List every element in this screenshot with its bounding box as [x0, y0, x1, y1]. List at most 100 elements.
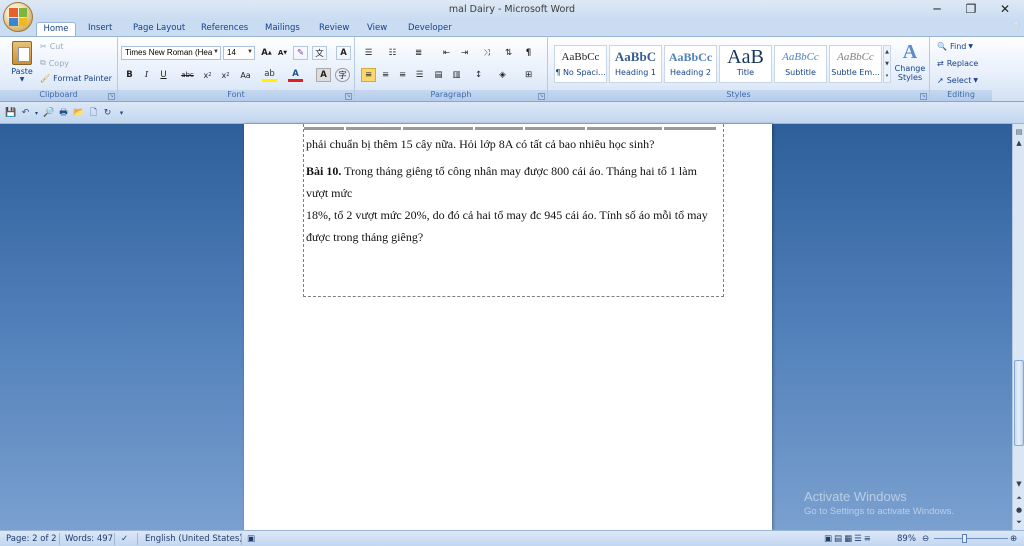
- tab-view[interactable]: View: [367, 22, 387, 36]
- ruler-toggle-icon[interactable]: ▤: [1014, 127, 1024, 137]
- zoom-slider-thumb[interactable]: [962, 534, 967, 543]
- paste-button[interactable]: Paste ▼: [8, 41, 36, 85]
- zoom-in-icon[interactable]: ⊕: [1010, 534, 1017, 544]
- redo-icon[interactable]: ↻: [102, 108, 113, 119]
- multilevel-list-icon[interactable]: ≣: [411, 46, 426, 60]
- style-no-spacing[interactable]: AaBbCc ¶ No Spaci...: [554, 45, 607, 83]
- style-heading-1[interactable]: AaBbC Heading 1: [609, 45, 662, 83]
- chevron-down-icon[interactable]: ▾: [31, 108, 42, 119]
- find-button[interactable]: 🔍 Find ▼: [937, 42, 973, 51]
- character-shading-icon[interactable]: A: [316, 68, 331, 82]
- zoom-slider-track[interactable]: [934, 538, 1008, 539]
- vertical-scrollbar[interactable]: ▤ ▲ ▼ ⏶ ● ⏷: [1012, 124, 1024, 530]
- proofing-icon[interactable]: ✓: [121, 534, 128, 544]
- enclose-characters-icon[interactable]: 字: [335, 68, 350, 82]
- justify-icon[interactable]: ☰: [412, 68, 427, 82]
- text-direction-icon[interactable]: ⤨: [479, 46, 494, 60]
- style-subtle-emphasis[interactable]: AaBbCc Subtle Em...: [829, 45, 882, 83]
- clipboard-dialog-launcher-icon[interactable]: ↘: [108, 93, 115, 100]
- tab-page-layout[interactable]: Page Layout: [133, 22, 185, 36]
- scrollbar-thumb[interactable]: [1014, 360, 1024, 446]
- print-preview-icon[interactable]: 🔎: [43, 108, 54, 119]
- tab-review[interactable]: Review: [319, 22, 349, 36]
- superscript-button[interactable]: x2: [218, 68, 233, 82]
- decrease-indent-icon[interactable]: ⇤: [439, 46, 454, 60]
- show-formatting-icon[interactable]: ¶: [521, 46, 536, 60]
- print-icon[interactable]: 🖶: [58, 108, 69, 119]
- subscript-button[interactable]: x2: [200, 68, 215, 82]
- save-icon[interactable]: 💾: [5, 108, 16, 119]
- close-button[interactable]: ✕: [988, 0, 1022, 18]
- phonetic-guide-icon[interactable]: 文: [312, 46, 327, 60]
- view-buttons[interactable]: ▣▤▦☰≡: [824, 534, 873, 544]
- tab-home[interactable]: Home: [36, 22, 76, 37]
- italic-button[interactable]: I: [139, 68, 154, 82]
- character-border-icon[interactable]: A: [336, 46, 351, 60]
- new-document-icon[interactable]: 🗋: [88, 108, 99, 119]
- ribbon-help-icon[interactable]: ❔: [1012, 22, 1022, 36]
- font-color-icon[interactable]: A: [288, 68, 303, 82]
- highlight-icon[interactable]: ab: [262, 68, 277, 82]
- shading-icon[interactable]: ◈: [495, 68, 510, 82]
- font-dialog-launcher-icon[interactable]: ↘: [345, 93, 352, 100]
- next-page-icon[interactable]: ⏷: [1014, 517, 1024, 527]
- change-styles-button[interactable]: A Change Styles: [894, 41, 926, 82]
- tab-developer[interactable]: Developer: [408, 22, 452, 36]
- macro-record-icon[interactable]: ▣: [247, 534, 255, 544]
- draft-icon[interactable]: ≡: [864, 534, 873, 544]
- text-box[interactable]: phải chuẩn bị thêm 15 cây nữa. Hỏi lớp 8…: [303, 124, 724, 297]
- styles-scroll-icon[interactable]: ▲ ▼ ▾: [883, 45, 891, 83]
- replace-button[interactable]: ⇄ Replace: [937, 59, 978, 68]
- bold-button[interactable]: B: [122, 68, 137, 82]
- style-title[interactable]: AaB Title: [719, 45, 772, 83]
- language-indicator[interactable]: English (United States): [145, 534, 243, 544]
- clear-formatting-icon[interactable]: ✎: [293, 46, 308, 60]
- document-page[interactable]: phải chuẩn bị thêm 15 cây nữa. Hỏi lớp 8…: [244, 124, 772, 530]
- borders-icon[interactable]: ⊞: [521, 68, 536, 82]
- page-indicator[interactable]: Page: 2 of 2: [6, 534, 57, 544]
- font-name-box[interactable]: Times New Roman (Hea ▼: [121, 46, 221, 60]
- paragraph-dialog-launcher-icon[interactable]: ↘: [538, 93, 545, 100]
- align-left-icon[interactable]: ≡: [361, 68, 376, 82]
- zoom-out-icon[interactable]: ⊖: [922, 534, 929, 544]
- strikethrough-button[interactable]: abc: [180, 68, 195, 82]
- tab-insert[interactable]: Insert: [88, 22, 112, 36]
- minimize-button[interactable]: ─: [920, 0, 954, 18]
- copy-button[interactable]: ⧉ Copy: [40, 58, 69, 68]
- cut-button[interactable]: ✂ Cut: [40, 42, 64, 51]
- align-right-icon[interactable]: ≡: [395, 68, 410, 82]
- increase-indent-icon[interactable]: ⇥: [457, 46, 472, 60]
- grow-font-button[interactable]: A ▲: [259, 46, 274, 60]
- style-subtitle[interactable]: AaBbCc Subtitle: [774, 45, 827, 83]
- word-count[interactable]: Words: 497: [65, 534, 113, 544]
- bullets-icon[interactable]: ☰: [361, 46, 376, 60]
- customize-toolbar-icon[interactable]: ▾: [116, 108, 127, 119]
- full-screen-reading-icon[interactable]: ▤: [834, 534, 844, 544]
- shrink-font-button[interactable]: A ▼: [275, 46, 290, 60]
- outline-icon[interactable]: ☰: [854, 534, 864, 544]
- style-heading-2[interactable]: AaBbCc Heading 2: [664, 45, 717, 83]
- sort-icon[interactable]: ⇅: [501, 46, 516, 60]
- tab-references[interactable]: References: [201, 22, 248, 36]
- scroll-down-icon[interactable]: ▼: [1014, 479, 1024, 489]
- tab-mailings[interactable]: Mailings: [265, 22, 300, 36]
- line-spacing-icon[interactable]: ↕: [471, 68, 486, 82]
- styles-dialog-launcher-icon[interactable]: ↘: [920, 93, 927, 100]
- scroll-up-icon[interactable]: ▲: [1014, 138, 1024, 148]
- office-button[interactable]: [3, 2, 33, 32]
- open-folder-icon[interactable]: 📂: [73, 108, 84, 119]
- web-layout-icon[interactable]: ▦: [844, 534, 854, 544]
- restore-button[interactable]: ❐: [954, 0, 988, 18]
- align-center-icon[interactable]: ≡: [378, 68, 393, 82]
- underline-button[interactable]: U: [156, 68, 171, 82]
- numbering-icon[interactable]: ☷: [385, 46, 400, 60]
- column-layout-icon[interactable]: ▥: [449, 68, 464, 82]
- print-layout-icon[interactable]: ▣: [824, 534, 834, 544]
- distributed-icon[interactable]: ▤: [431, 68, 446, 82]
- format-painter-button[interactable]: 🖌 Format Painter: [40, 74, 112, 83]
- change-case-button[interactable]: Aa: [238, 68, 253, 82]
- select-browse-object-icon[interactable]: ●: [1014, 505, 1024, 515]
- font-size-box[interactable]: 14 ▼: [223, 46, 255, 60]
- zoom-level[interactable]: 89%: [897, 534, 916, 544]
- undo-icon[interactable]: ↶: [20, 108, 31, 119]
